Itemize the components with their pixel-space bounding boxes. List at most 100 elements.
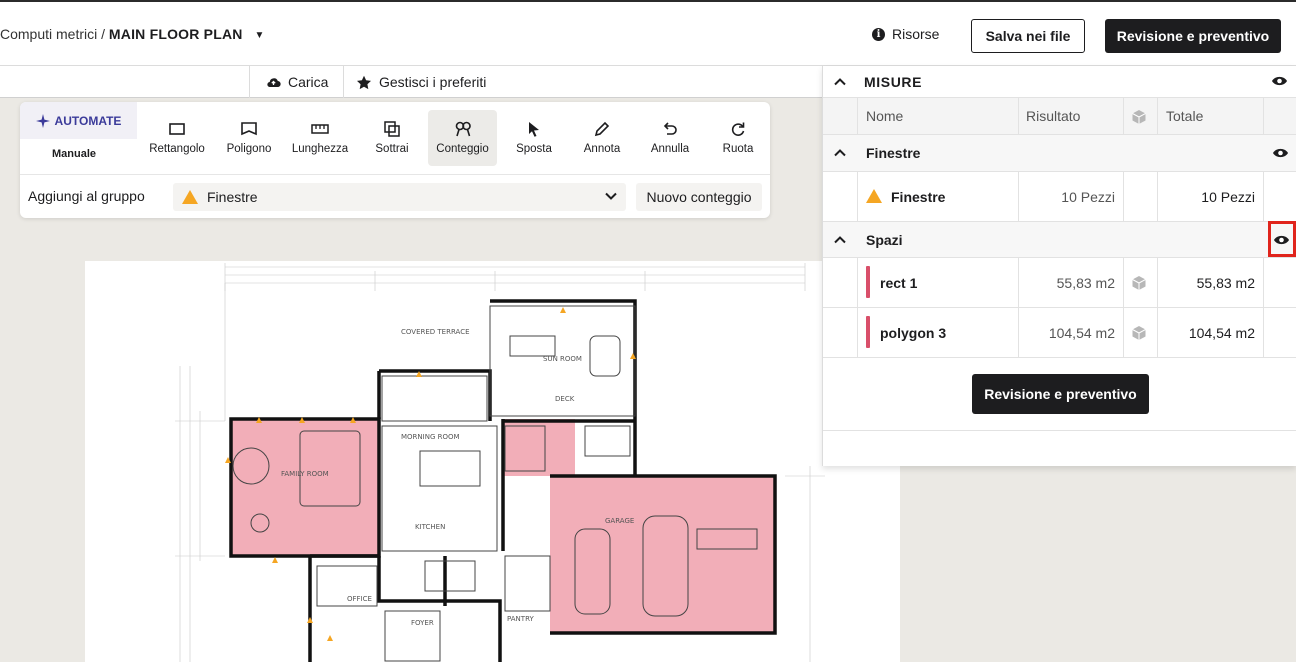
upload-button[interactable]: Carica (266, 66, 328, 98)
area-polygon-3[interactable] (503, 419, 775, 633)
upload-label: Carica (288, 74, 329, 90)
tool-length[interactable]: Lunghezza (286, 110, 354, 166)
cube-icon[interactable] (1131, 275, 1147, 291)
tool-label: Sposta (516, 143, 552, 155)
room-label-covered-terrace: COVERED TERRACE (401, 328, 470, 336)
floor-plan-canvas[interactable]: SUN ROOM MORNING ROOM FAMILY ROOM KITCHE… (85, 261, 900, 662)
star-icon (357, 75, 371, 89)
panel-review-quote-button[interactable]: Revisione e preventivo (972, 374, 1149, 414)
count-icon (455, 121, 471, 137)
sub-toolbar: Carica Gestisci i preferiti (0, 66, 822, 98)
pen-icon (594, 121, 610, 137)
tool-rotate[interactable]: Ruota (712, 110, 764, 166)
tool-label: Ruota (722, 143, 754, 155)
room-label-family-room: FAMILY ROOM (281, 470, 329, 478)
cube-icon[interactable] (1131, 325, 1147, 341)
group-name: Finestre (866, 145, 921, 161)
cursor-icon (527, 121, 541, 137)
room-label-foyer: FOYER (411, 619, 434, 627)
room-label-morning-room: MORNING ROOM (401, 433, 460, 441)
table-row[interactable]: polygon 3 104,54 m2 104,54 m2 (823, 308, 1296, 358)
tool-rectangle[interactable]: Rettangolo (144, 110, 210, 166)
new-count-button[interactable]: Nuovo conteggio (636, 183, 762, 211)
tool-label: Conteggio (436, 143, 489, 155)
cube-icon (1132, 110, 1146, 124)
breadcrumb-root[interactable]: Computi metrici / (0, 26, 105, 42)
room-label-kitchen: KITCHEN (415, 523, 445, 531)
warning-triangle-icon (866, 189, 882, 203)
item-result: 10 Pezzi (1061, 188, 1115, 205)
chevron-up-icon[interactable] (833, 233, 847, 247)
risorse-label: Risorse (892, 26, 940, 42)
item-total: 55,83 m2 (1196, 274, 1255, 291)
room-label-garage: GARAGE (605, 517, 634, 525)
group-name: Spazi (866, 231, 903, 248)
tool-label: Sottrai (375, 143, 409, 155)
ruler-icon (311, 121, 329, 137)
eye-toggle-highlight (1268, 221, 1296, 257)
measures-header: MISURE (823, 66, 1296, 98)
info-icon: i (872, 27, 885, 41)
measures-title: MISURE (864, 73, 923, 90)
risorse-button[interactable]: i Risorse (872, 26, 939, 42)
tool-undo[interactable]: Annulla (642, 110, 698, 166)
breadcrumb-current[interactable]: MAIN FLOOR PLAN (109, 26, 243, 42)
undo-icon (662, 121, 678, 137)
room-label-sun-room: SUN ROOM (543, 355, 582, 363)
table-row[interactable]: rect 1 55,83 m2 55,83 m2 (823, 258, 1296, 308)
room-label-office: OFFICE (347, 595, 372, 603)
item-total: 104,54 m2 (1188, 324, 1255, 341)
color-swatch (866, 266, 870, 298)
divider (343, 66, 344, 98)
tool-count[interactable]: Conteggio (428, 110, 497, 166)
room-label-deck: DECK (555, 395, 575, 403)
group-row-spazi[interactable]: Spazi (823, 222, 1296, 258)
table-header: Nome Risultato Totale (823, 98, 1296, 135)
divider (20, 174, 770, 175)
item-result: 55,83 m2 (1056, 274, 1115, 291)
column-result[interactable]: Risultato (1026, 98, 1080, 134)
eye-icon[interactable] (1272, 147, 1289, 159)
tools-panel: AUTOMATE Manuale Rettangolo Poligono Lun… (20, 102, 770, 218)
tool-annotate[interactable]: Annota (573, 110, 631, 166)
sparkle-icon (35, 113, 50, 128)
chevron-down-icon (605, 192, 617, 200)
breadcrumb: Computi metrici / MAIN FLOOR PLAN ▼ (0, 26, 264, 42)
review-quote-button[interactable]: Revisione e preventivo (1105, 19, 1281, 53)
manage-favorites-label: Gestisci i preferiti (379, 74, 487, 90)
chevron-up-icon[interactable] (833, 146, 847, 160)
floor-plan-drawing: SUN ROOM MORNING ROOM FAMILY ROOM KITCHE… (175, 263, 825, 662)
column-total[interactable]: Totale (1166, 98, 1203, 134)
group-select-value: Finestre (207, 189, 258, 205)
tool-label: Rettangolo (149, 143, 205, 155)
color-swatch (866, 316, 870, 348)
chevron-up-icon[interactable] (833, 75, 847, 89)
top-bar: Computi metrici / MAIN FLOOR PLAN ▼ i Ri… (0, 0, 1296, 66)
manual-tab[interactable]: Manuale (20, 148, 128, 160)
save-to-files-button[interactable]: Salva nei file (971, 19, 1085, 53)
column-name[interactable]: Nome (866, 98, 903, 134)
measures-panel: MISURE Nome Risultato Totale Finestre Fi… (822, 66, 1296, 466)
divider (249, 66, 250, 98)
room-label-pantry: PANTRY (507, 615, 534, 623)
eye-icon[interactable] (1271, 75, 1288, 87)
divider (823, 430, 1296, 431)
tool-polygon[interactable]: Poligono (218, 110, 280, 166)
table-row[interactable]: Finestre 10 Pezzi 10 Pezzi (823, 172, 1296, 222)
subtract-icon (384, 121, 400, 137)
rotate-icon (730, 121, 746, 137)
area-rect-1[interactable] (231, 419, 379, 556)
warning-triangle-icon (182, 190, 198, 204)
automate-tab[interactable]: AUTOMATE (20, 102, 137, 139)
group-row-finestre[interactable]: Finestre (823, 135, 1296, 172)
add-to-group-label: Aggiungi al gruppo (28, 188, 145, 204)
manage-favorites-button[interactable]: Gestisci i preferiti (356, 66, 486, 98)
item-name: rect 1 (880, 274, 918, 291)
cloud-upload-icon (267, 78, 281, 88)
tool-label: Poligono (226, 143, 272, 155)
group-select[interactable]: Finestre (173, 183, 626, 211)
tool-move[interactable]: Sposta (506, 110, 562, 166)
polygon-icon (241, 121, 257, 137)
caret-down-icon[interactable]: ▼ (254, 30, 264, 41)
tool-subtract[interactable]: Sottrai (362, 110, 422, 166)
